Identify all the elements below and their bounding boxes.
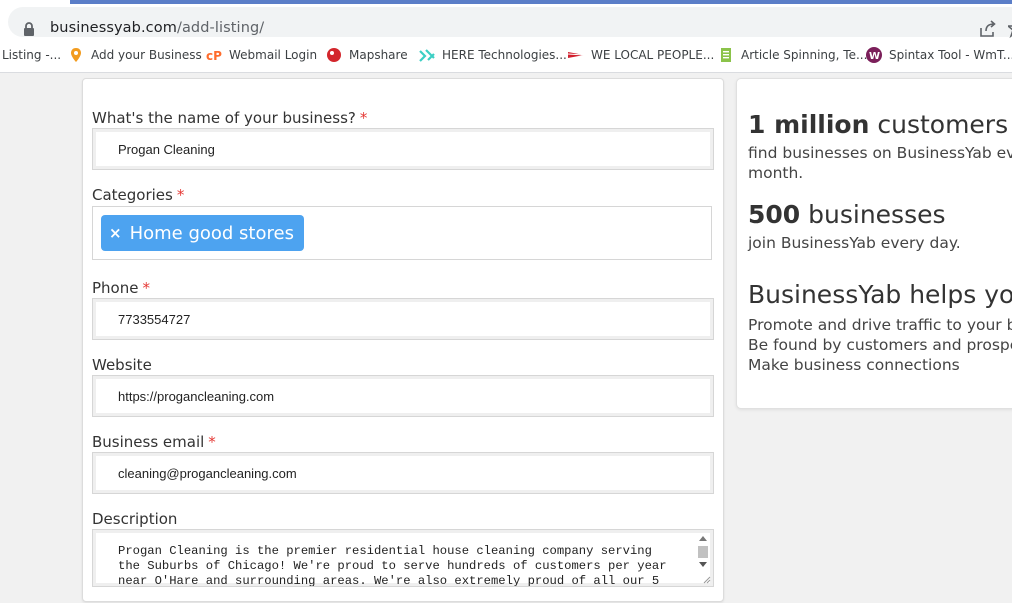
required-mark: * (359, 109, 368, 127)
bookmark-label: Listing -... (2, 48, 62, 62)
business-email-input[interactable]: cleaning@progancleaning.com (92, 452, 714, 494)
description-label-text: Description (92, 510, 178, 528)
active-tab-strip (70, 0, 1012, 4)
business-name-label-text: What's the name of your business? (92, 109, 356, 127)
location-pin-icon (71, 48, 81, 62)
description-value: Progan Cleaning is the premier residenti… (118, 544, 667, 587)
phone-label: Phone * (92, 279, 150, 297)
scroll-up-arrow-icon[interactable] (699, 536, 707, 541)
cpanel-icon: cP (206, 49, 222, 63)
phone-label-text: Phone (92, 279, 139, 297)
scroll-down-arrow-icon[interactable] (699, 562, 707, 567)
bookmark-listing[interactable]: Listing -... (2, 45, 61, 65)
business-name-input[interactable]: Progan Cleaning (92, 128, 714, 170)
required-mark: * (176, 186, 185, 204)
info-sidebar: 1 million customers find businesses on B… (736, 78, 1012, 409)
url-domain: businessyab.com (50, 20, 177, 36)
phone-value: 7733554727 (118, 312, 191, 327)
description-textarea[interactable]: Progan Cleaning is the premier residenti… (92, 529, 714, 587)
bookmark-mapshare[interactable]: Mapshare (326, 45, 408, 65)
flag-icon (568, 52, 584, 58)
spintax-icon: W (866, 47, 882, 63)
stat-customers-desc-line1: find businesses on BusinessYab every (748, 144, 1012, 162)
phone-input[interactable]: 7733554727 (92, 298, 714, 340)
bookmark-we-local-people[interactable]: WE LOCAL PEOPLE... (568, 45, 714, 65)
bookmark-label: Spintax Tool - WmT... (889, 48, 1012, 62)
helps-you-heading: BusinessYab helps you. (748, 280, 1012, 309)
lock-icon (24, 22, 34, 36)
website-value: https://progancleaning.com (118, 389, 275, 404)
bookmark-here-technologies[interactable]: HERE Technologies... (419, 45, 567, 65)
stat-customers-heading: 1 million customers (748, 110, 1008, 139)
stat-businesses-desc: join BusinessYab every day. (748, 234, 961, 252)
svg-text:cP: cP (206, 49, 222, 63)
benefit-item: Be found by customers and prospects (748, 336, 1012, 354)
business-name-label: What's the name of your business? * (92, 109, 367, 127)
url-text[interactable]: businessyab.com/add-listing/ (50, 20, 264, 36)
bookmark-star-icon[interactable] (1008, 18, 1012, 38)
categories-label-text: Categories (92, 186, 173, 204)
resize-handle-icon[interactable] (702, 575, 711, 584)
website-input[interactable]: https://progancleaning.com (92, 375, 714, 417)
required-mark: * (208, 433, 216, 451)
benefit-item: Promote and drive traffic to your busine… (748, 316, 1012, 334)
stat-businesses-heading: 500 businesses (748, 200, 946, 229)
stat-customers-unit: customers (877, 110, 1009, 139)
website-label-text: Website (92, 356, 152, 374)
category-chip: × Home good stores (101, 215, 304, 251)
business-email-label: Business email * (92, 433, 216, 451)
document-icon (721, 48, 731, 62)
bookmark-add-your-business[interactable]: Add your Business (68, 45, 202, 65)
bookmark-label: HERE Technologies... (442, 48, 567, 62)
bookmark-article-spinning[interactable]: Article Spinning, Te... (718, 45, 867, 65)
bookmark-label: Mapshare (349, 48, 408, 62)
mapshare-icon (327, 48, 341, 62)
categories-label: Categories * (92, 186, 184, 204)
category-chip-label: Home good stores (129, 222, 294, 244)
stat-customers-number: 1 million (748, 110, 870, 139)
categories-select[interactable]: × Home good stores (92, 206, 712, 260)
chip-remove-button[interactable]: × (109, 224, 122, 242)
business-email-label-text: Business email (92, 433, 205, 451)
bookmark-webmail-login[interactable]: cP Webmail Login (206, 45, 317, 65)
bookmark-label: Add your Business (91, 48, 202, 62)
url-path: /add-listing/ (176, 20, 265, 36)
bookmark-label: WE LOCAL PEOPLE... (591, 48, 715, 62)
business-email-value: cleaning@progancleaning.com (118, 466, 297, 481)
bookmark-spintax-tool[interactable]: W Spintax Tool - WmT... (866, 45, 1012, 65)
business-name-value: Progan Cleaning (118, 142, 215, 157)
chrome-divider (0, 72, 1012, 73)
description-label: Description (92, 510, 177, 528)
benefit-item: Make business connections (748, 356, 960, 374)
bookmark-label: Webmail Login (229, 48, 318, 62)
stat-businesses-number: 500 (748, 200, 801, 229)
bookmark-label: Article Spinning, Te... (741, 48, 868, 62)
scroll-thumb[interactable] (698, 546, 708, 558)
address-bar[interactable]: businessyab.com/add-listing/ (8, 7, 1012, 38)
stat-customers-desc-line2: month. (748, 164, 804, 182)
browser-chrome: businessyab.com/add-listing/ Listing -..… (0, 0, 1012, 73)
svg-text:W: W (869, 51, 880, 62)
stat-businesses-unit: businesses (808, 200, 946, 229)
website-label: Website (92, 356, 152, 374)
required-mark: * (142, 279, 150, 297)
bookmarks-bar: Listing -... Add your Business cP Webmai… (0, 43, 1012, 67)
here-icon (419, 49, 435, 62)
share-icon[interactable] (978, 20, 998, 38)
